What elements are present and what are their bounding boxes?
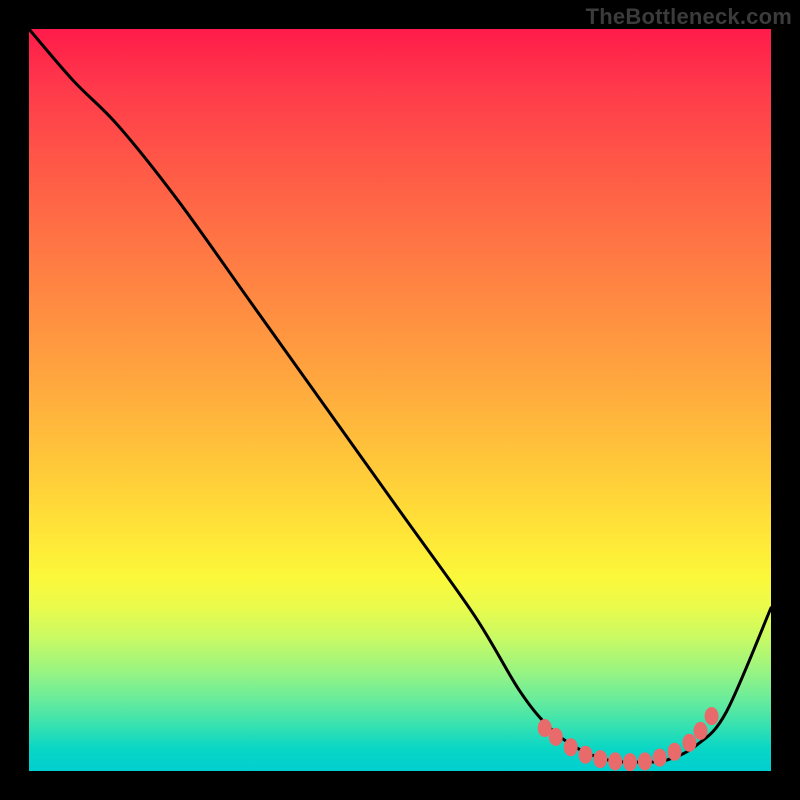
chart-frame: TheBottleneck.com	[0, 0, 800, 800]
optimal-dot	[638, 752, 652, 770]
optimal-dot	[694, 722, 708, 740]
watermark-text: TheBottleneck.com	[586, 4, 792, 30]
bottleneck-curve-path	[29, 29, 771, 762]
optimal-dot	[653, 749, 667, 767]
optimal-dot	[608, 752, 622, 770]
optimal-dot	[579, 746, 593, 764]
optimal-dot	[623, 753, 637, 771]
optimal-dot	[668, 743, 682, 761]
plot-area	[29, 29, 771, 771]
optimal-dot	[593, 750, 607, 768]
optimal-dot	[549, 728, 563, 746]
optimal-dot	[705, 707, 719, 725]
optimal-dot	[564, 738, 578, 756]
bottleneck-curve-svg	[29, 29, 771, 771]
optimal-dot	[682, 734, 696, 752]
